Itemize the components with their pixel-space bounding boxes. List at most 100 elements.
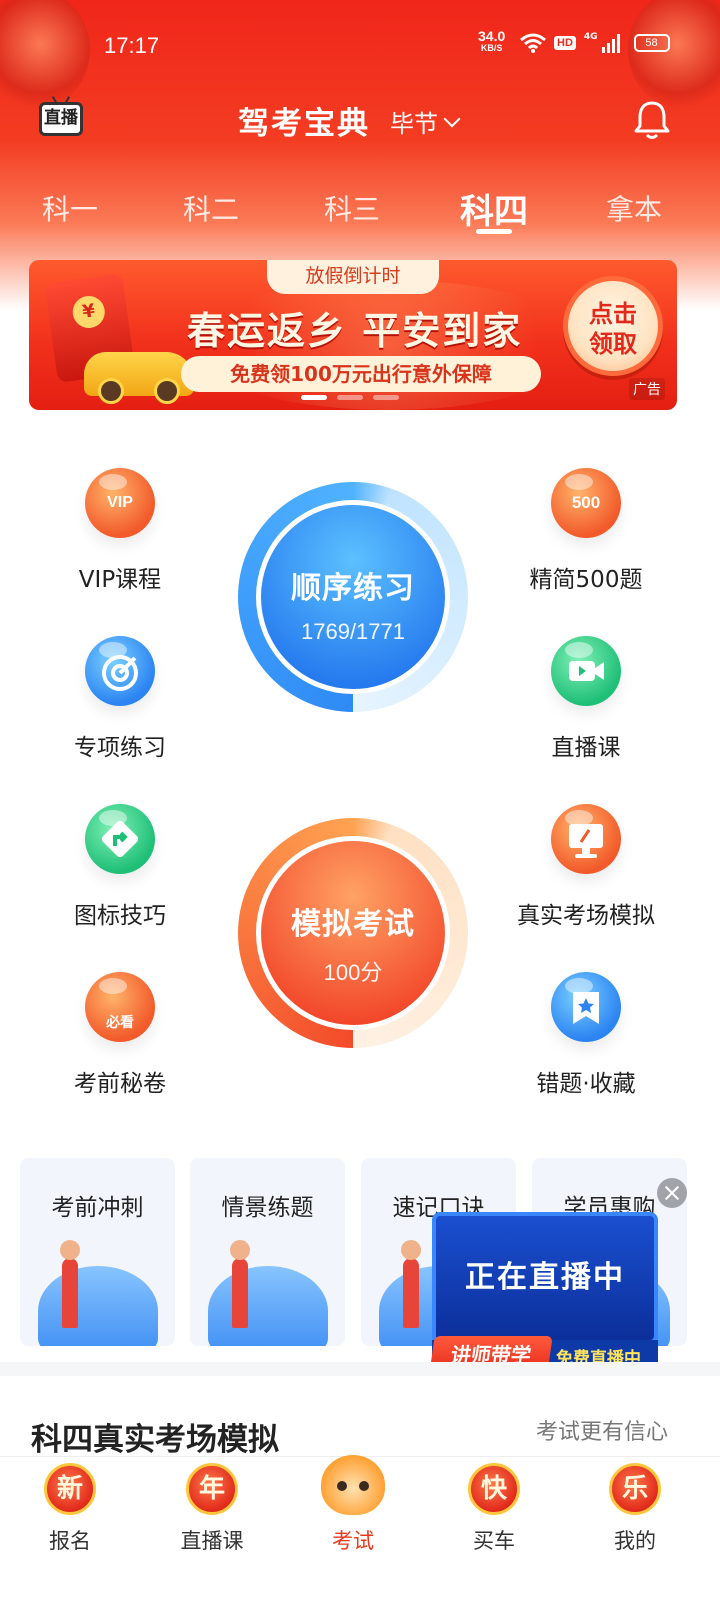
- feature-label: 直播课: [551, 735, 621, 761]
- target-icon: [85, 636, 155, 706]
- sequential-practice-button[interactable]: 顺序练习 1769/1771: [238, 482, 468, 712]
- banner-headline: 春运返乡 平安到家: [187, 309, 523, 353]
- promo-banner[interactable]: ¥ 放假倒计时 春运返乡 平安到家 免费领100万元出行意外保障 点击领取 广告: [29, 260, 677, 410]
- person-illustration: [230, 1240, 250, 1328]
- card-scenario-practice[interactable]: 情景练题: [190, 1158, 345, 1346]
- active-tab-indicator: [476, 229, 512, 234]
- signal-icon: [601, 33, 620, 53]
- network-speed-value: 34.0: [478, 28, 506, 44]
- status-bar: 17:17 34.0 KB/S HD 4G 58: [0, 0, 720, 90]
- tab-subject-3[interactable]: 科三: [324, 188, 380, 228]
- live-popup-text: 正在直播中: [432, 1212, 658, 1344]
- hd-icon: HD: [554, 36, 576, 50]
- nav-live-class[interactable]: 年 直播课: [152, 1463, 272, 1555]
- road-sign-icon: [85, 804, 155, 874]
- target-glyph: [102, 655, 138, 691]
- coin-icon: ¥: [70, 293, 107, 331]
- battery-icon: 58: [633, 34, 670, 52]
- feature-mistakes-favorites[interactable]: 错题·收藏: [496, 972, 676, 1098]
- feature-secret-paper[interactable]: 必看 考前秘卷: [30, 972, 210, 1098]
- section-title: 科四真实考场模拟: [31, 1422, 279, 1458]
- feature-sign-tips[interactable]: 图标技巧: [30, 804, 210, 930]
- vip-badge: VIP: [107, 494, 133, 511]
- mock-exam-title: 模拟考试: [291, 907, 415, 942]
- car-image: [84, 352, 194, 404]
- feature-special-practice[interactable]: 专项练习: [30, 636, 210, 762]
- claim-button[interactable]: 点击领取: [563, 276, 663, 376]
- nav-label: 我的: [614, 1529, 656, 1553]
- new-icon: 新: [44, 1463, 96, 1515]
- wifi-icon: [520, 33, 546, 53]
- year-icon: 年: [186, 1463, 238, 1515]
- city-name: 毕节: [390, 110, 438, 138]
- road-sign-illustration: [208, 1266, 328, 1346]
- joy-icon: 乐: [609, 1463, 661, 1515]
- carousel-dot[interactable]: [373, 395, 399, 400]
- vip-icon: VIP: [85, 468, 155, 538]
- sequential-practice-progress: 1769/1771: [301, 619, 405, 644]
- nav-buy-car[interactable]: 快 买车: [434, 1463, 554, 1555]
- card-title: 考前冲刺: [51, 1195, 144, 1221]
- tab-subject-2[interactable]: 科二: [183, 188, 239, 228]
- 500-badge: 500: [571, 493, 601, 512]
- nav-label: 买车: [473, 1529, 515, 1553]
- chevron-down-icon: [443, 110, 461, 127]
- status-time: 17:17: [104, 33, 160, 58]
- card-sprint[interactable]: 考前冲刺: [20, 1158, 175, 1346]
- road-sign-glyph: [101, 820, 139, 858]
- status-icons: HD 4G 58: [520, 32, 670, 53]
- app-screen: 17:17 34.0 KB/S HD 4G 58 直播 驾考宝典 毕节 科一 科…: [0, 0, 720, 1600]
- section-divider: [0, 1362, 720, 1376]
- live-tv-button[interactable]: 直播: [39, 102, 83, 136]
- nav-signup[interactable]: 新 报名: [10, 1463, 130, 1555]
- tab-subject-1[interactable]: 科一: [42, 188, 98, 228]
- mock-exam-button[interactable]: 模拟考试 100分: [238, 818, 468, 1048]
- star-bookmark-icon: [551, 972, 621, 1042]
- mock-exam-inner: 模拟考试 100分: [256, 836, 450, 1030]
- tab-subject-4[interactable]: 科四: [460, 184, 528, 233]
- 500-questions-icon: 500: [551, 468, 621, 538]
- nav-profile[interactable]: 乐 我的: [575, 1463, 695, 1555]
- carousel-dots: [301, 395, 399, 400]
- feature-live-class[interactable]: 直播课: [496, 636, 676, 762]
- sequential-practice-title: 顺序练习: [291, 571, 415, 606]
- feature-500-questions[interactable]: 500 精简500题: [496, 468, 676, 594]
- rocket-illustration: [38, 1266, 158, 1346]
- city-selector[interactable]: 毕节: [390, 104, 461, 139]
- carousel-dot[interactable]: [337, 395, 363, 400]
- video-camera-icon: [551, 636, 621, 706]
- card-title: 情景练题: [221, 1195, 314, 1221]
- feature-label: VIP课程: [78, 567, 162, 593]
- feature-label: 错题·收藏: [536, 1071, 636, 1097]
- banner-subline: 免费领100万元出行意外保障: [181, 356, 541, 392]
- bell-icon[interactable]: [630, 98, 674, 142]
- person-illustration: [60, 1240, 80, 1328]
- feature-real-exam[interactable]: 真实考场模拟: [496, 804, 676, 930]
- mock-exam-score: 100分: [323, 960, 383, 985]
- network-speed-unit: KB/S: [480, 43, 503, 53]
- section-subtitle: 考试更有信心: [536, 1420, 669, 1445]
- monitor-icon: [551, 804, 621, 874]
- person-illustration: [401, 1240, 421, 1328]
- claim-button-label: 点击领取: [589, 300, 637, 358]
- feature-label: 专项练习: [74, 735, 166, 761]
- sequential-practice-inner: 顺序练习 1769/1771: [256, 500, 450, 694]
- app-title: 驾考宝典: [238, 106, 370, 142]
- close-icon[interactable]: [657, 1178, 687, 1208]
- nav-exam[interactable]: 考试: [293, 1455, 413, 1555]
- exam-paper-icon: 必看: [85, 972, 155, 1042]
- feature-label: 考前秘卷: [74, 1071, 166, 1097]
- feature-vip-course[interactable]: VIP VIP课程: [30, 468, 210, 594]
- carousel-dot[interactable]: [301, 395, 327, 400]
- countdown-tag: 放假倒计时: [267, 260, 439, 294]
- feature-label: 真实考场模拟: [517, 903, 655, 929]
- network-speed: 34.0 KB/S: [478, 28, 506, 54]
- tab-get-license[interactable]: 拿本: [606, 188, 662, 228]
- fast-icon: 快: [468, 1463, 520, 1515]
- feature-label: 图标技巧: [74, 903, 166, 929]
- ad-label: 广告: [629, 378, 665, 400]
- nav-label: 考试: [332, 1529, 374, 1553]
- live-popup[interactable]: 正在直播中 讲师带学 免费直播中: [429, 1212, 658, 1374]
- nav-label: 直播课: [180, 1529, 244, 1553]
- nav-label: 报名: [49, 1529, 91, 1553]
